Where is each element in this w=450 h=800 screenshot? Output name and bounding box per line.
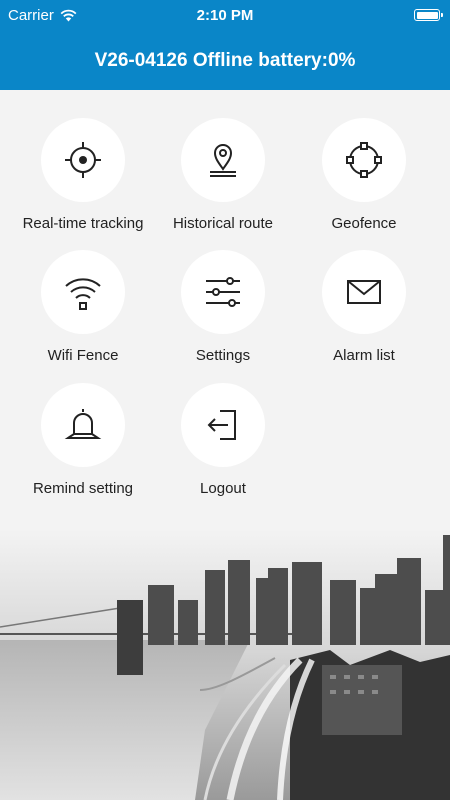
menu-item-alarm-list[interactable]: Alarm list (289, 222, 439, 364)
menu-item-remind-setting[interactable]: Remind setting (8, 355, 158, 497)
sliders-icon (206, 277, 240, 307)
menu-item-icon-circle (322, 250, 406, 334)
battery-icon (414, 9, 443, 21)
menu-item-real-time-tracking[interactable]: Real-time tracking (8, 90, 158, 232)
main-menu: Real-time tracking Historical route Geof… (0, 90, 450, 530)
envelope-icon (347, 280, 381, 304)
menu-item-logout[interactable]: Logout (148, 355, 298, 497)
menu-item-icon-circle (181, 118, 265, 202)
geofence-icon (346, 142, 382, 178)
menu-item-icon-circle (41, 250, 125, 334)
menu-item-historical-route[interactable]: Historical route (148, 90, 298, 232)
menu-item-label: Alarm list (333, 347, 395, 364)
menu-item-label: Logout (200, 480, 246, 497)
location-pin-icon (210, 144, 236, 177)
menu-item-icon-circle (322, 118, 406, 202)
menu-item-wifi-fence[interactable]: Wifi Fence (8, 222, 158, 364)
menu-item-icon-circle (41, 118, 125, 202)
menu-item-icon-circle (41, 383, 125, 467)
menu-item-settings[interactable]: Settings (148, 222, 298, 364)
menu-item-geofence[interactable]: Geofence (289, 90, 439, 232)
city-skyline-image (0, 530, 450, 800)
menu-item-icon-circle (181, 383, 265, 467)
bell-icon (64, 409, 102, 439)
crosshair-icon (65, 142, 101, 178)
wifi-icon (65, 278, 101, 310)
logout-icon (207, 410, 236, 440)
status-time: 2:10 PM (196, 7, 254, 24)
menu-item-label: Remind setting (32, 480, 134, 497)
status-bar: Carrier 2:10 PM (0, 0, 450, 32)
header-title: V26-04126 Offline battery:0% (0, 32, 450, 90)
menu-item-icon-circle (181, 250, 265, 334)
